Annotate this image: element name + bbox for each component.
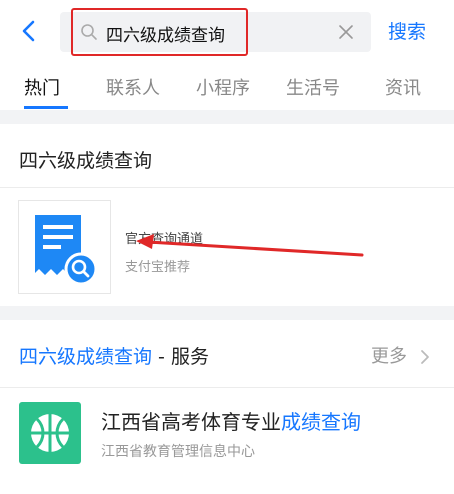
divider (0, 387, 454, 388)
annotation-arrow (136, 234, 364, 257)
service-title-highlight: 四六级成绩查询 (19, 346, 153, 368)
mini-app-tile[interactable] (18, 200, 111, 294)
tab-bar: 热门 联系人 小程序 生活号 资讯 (0, 64, 454, 110)
service-card: 四六级成绩查询 - 服务 更多 江西省高考体育专业成绩查询 江西省教育管理信息中… (0, 320, 454, 494)
service-item-name[interactable]: 江西省高考体育专业成绩查询 (101, 406, 361, 435)
top-bar: 四六级成绩查询 搜索 (0, 0, 454, 64)
certificate-search-icon (29, 211, 101, 286)
tab-mini-programs[interactable]: 小程序 (196, 74, 250, 100)
active-tab-indicator (24, 106, 68, 109)
divider (0, 187, 454, 188)
clear-icon[interactable] (337, 23, 355, 41)
tab-contacts[interactable]: 联系人 (106, 74, 160, 100)
search-input[interactable]: 四六级成绩查询 (60, 12, 371, 52)
search-button[interactable]: 搜索 (388, 17, 426, 44)
search-query-text: 四六级成绩查询 (106, 26, 225, 46)
tab-hot[interactable]: 热门 (24, 74, 60, 100)
service-name-highlight: 成绩查询 (281, 410, 361, 434)
back-arrow-icon[interactable] (18, 18, 42, 44)
service-name-plain: 江西省高考体育专业 (101, 410, 281, 434)
tab-news[interactable]: 资讯 (385, 74, 421, 100)
service-section-title: 四六级成绩查询 - 服务 (19, 342, 209, 369)
more-label: 更多 (371, 346, 407, 367)
mini-app-card: 四六级成绩查询 官方查询通道 支付宝推荐 (0, 124, 454, 306)
service-item-org: 江西省教育管理信息中心 (101, 444, 255, 460)
section-title: 四六级成绩查询 (19, 150, 153, 172)
more-link[interactable]: 更多 (371, 342, 431, 368)
search-icon (80, 23, 98, 41)
service-title-suffix: - 服务 (152, 346, 209, 368)
tab-life-accounts[interactable]: 生活号 (286, 74, 340, 100)
chevron-right-icon (420, 350, 429, 364)
basketball-icon[interactable] (19, 402, 81, 464)
